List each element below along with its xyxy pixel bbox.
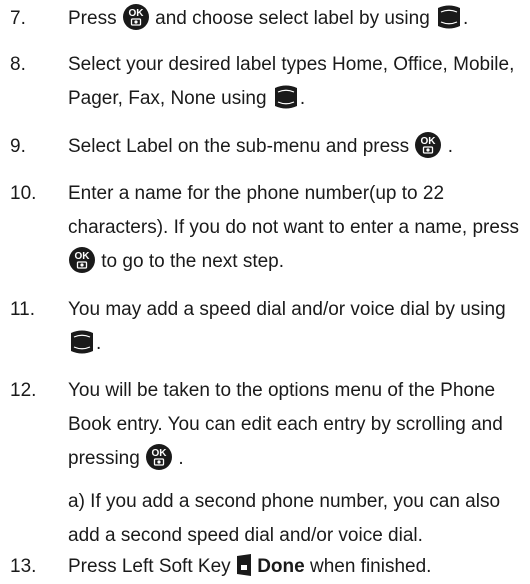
svg-text:OK: OK [128,8,144,19]
step-11: 11. You may add a speed dial and/or voice… [10,293,530,361]
step-number: 10. [10,183,37,204]
ok-camera-key-icon: OK [122,3,150,31]
step-12: 12. You will be taken to the options menu… [10,374,530,476]
step-7: 7. Press OK and choose select label by us… [10,2,530,36]
step-number: 13. [10,556,37,577]
navigation-key-icon [435,2,463,32]
step-number: 9. [10,136,26,157]
manual-page: 7. Press OK and choose select label by us… [0,0,530,584]
step-number: 11. [10,299,36,320]
step-12-note: a) If you add a second phone number, you… [68,491,501,546]
navigation-key-icon [272,82,300,112]
done-label: Done [257,556,305,577]
ok-camera-key-icon: OK [414,131,442,159]
step-10: 10. Enter a name for the phone number(up … [10,177,530,279]
left-soft-key-icon [236,553,252,577]
step-8: 8. Select your desired label types Home, … [10,48,530,116]
svg-text:OK: OK [421,136,437,147]
ok-camera-key-icon: OK [68,246,96,274]
step-13: 13. Press Left Soft Key Done when finishe… [10,550,530,584]
step-number: 8. [10,54,26,75]
svg-text:OK: OK [75,251,91,262]
svg-text:OK: OK [152,448,168,459]
ok-camera-key-icon: OK [145,443,173,471]
step-number: 7. [10,8,26,29]
step-number: 12. [10,380,37,401]
step-9: 9. Select Label on the sub-menu and press… [10,130,530,164]
navigation-key-icon [68,327,96,357]
